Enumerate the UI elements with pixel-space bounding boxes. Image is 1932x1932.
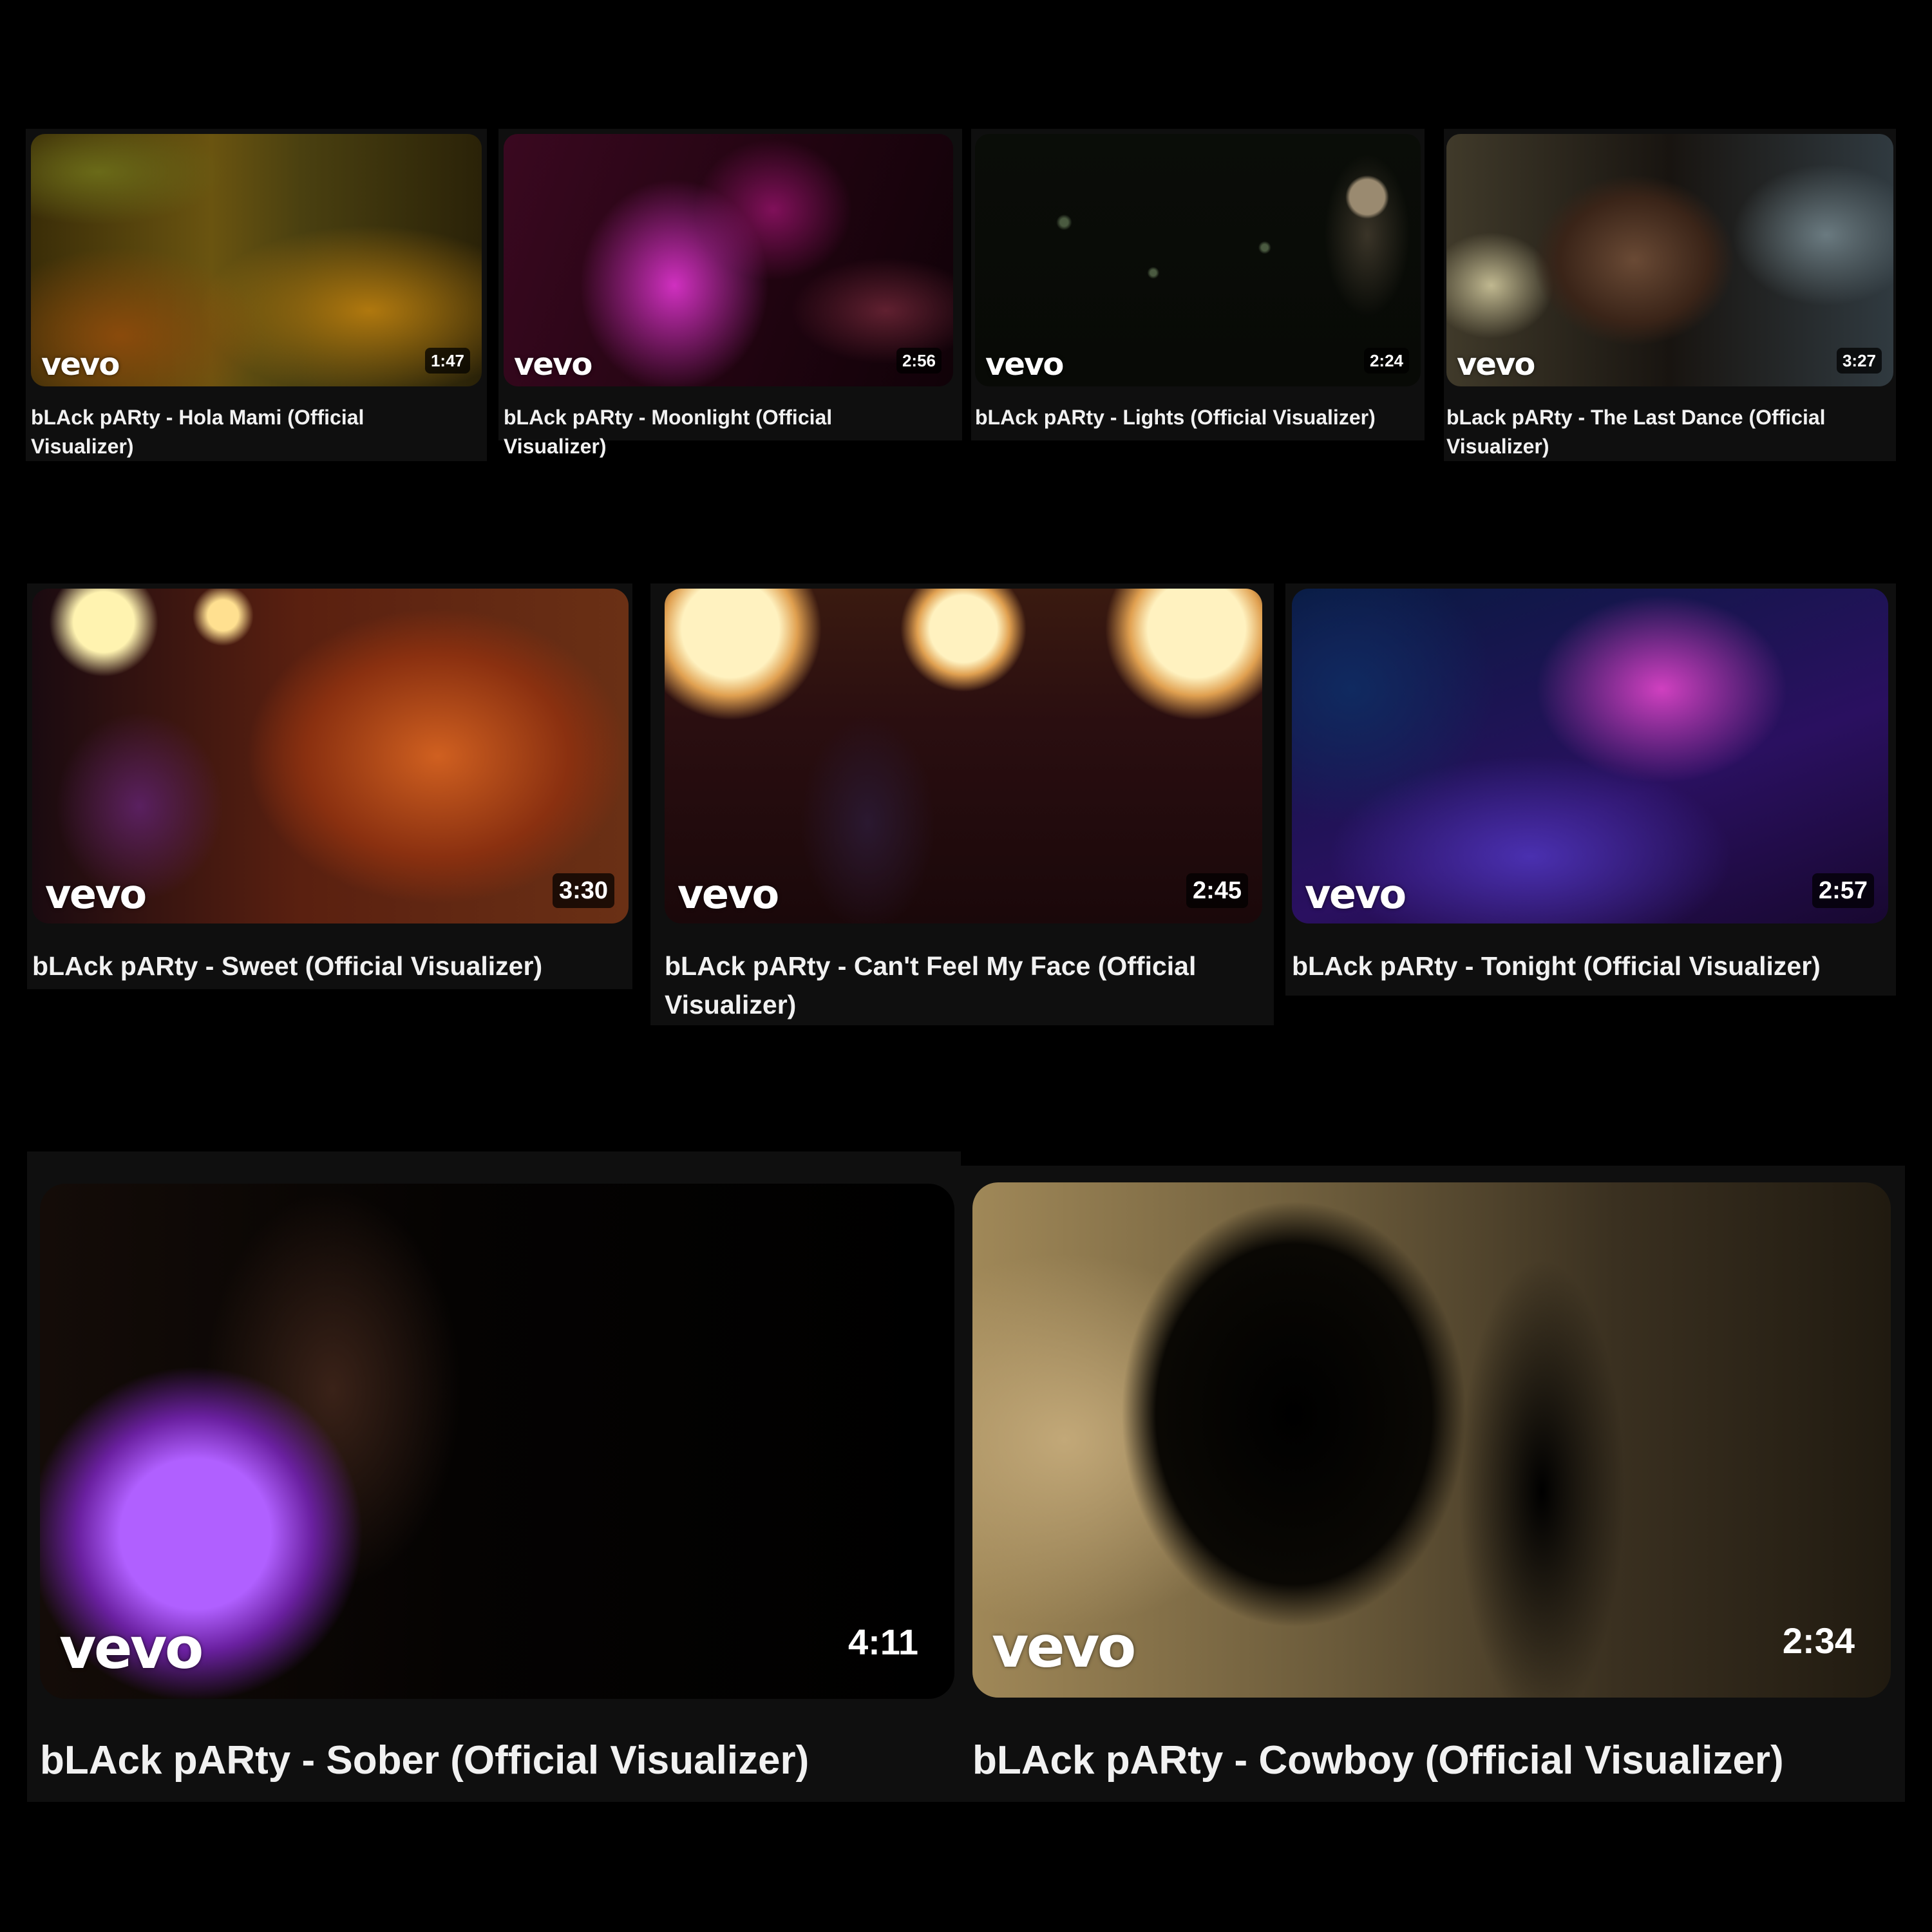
video-title[interactable]: bLAck pARty - Moonlight (Official Visual… — [504, 403, 929, 461]
video-thumbnail[interactable]: vevo 3:30 — [32, 589, 629, 923]
video-thumbnail[interactable]: vevo 2:57 — [1292, 589, 1888, 923]
video-title[interactable]: bLack pARty - The Last Dance (Official V… — [1446, 403, 1846, 461]
video-title[interactable]: bLAck pARty - Hola Mami (Official Visual… — [31, 403, 430, 461]
duration-badge: 3:27 — [1836, 348, 1882, 374]
vevo-logo: vevo — [1457, 346, 1535, 383]
video-thumbnail[interactable]: vevo 2:34 — [972, 1182, 1891, 1698]
more-vert-icon[interactable] — [464, 410, 471, 433]
duration-badge: 2:56 — [896, 348, 942, 374]
vevo-logo: vevo — [992, 1614, 1136, 1680]
video-title[interactable]: bLAck pARty - Cowboy (Official Visualize… — [972, 1735, 1810, 1786]
video-thumbnail[interactable]: vevo 2:24 — [975, 134, 1421, 386]
video-title[interactable]: bLAck pARty - Sweet (Official Visualizer… — [32, 947, 586, 985]
more-vert-icon[interactable] — [1408, 410, 1415, 433]
video-thumbnail[interactable]: vevo 3:27 — [1446, 134, 1893, 386]
video-card[interactable]: vevo 4:11 — [27, 1151, 961, 1802]
video-thumbnail[interactable]: vevo 4:11 — [40, 1184, 954, 1699]
video-card[interactable]: vevo 2:24 bLAck pARty - Lights (Official… — [971, 129, 1425, 440]
vevo-logo: vevo — [45, 871, 147, 918]
video-title[interactable]: bLAck pARty - Can't Feel My Face (Offici… — [665, 947, 1206, 1024]
more-vert-icon[interactable] — [609, 954, 617, 985]
video-title[interactable]: bLAck pARty - Tonight (Official Visualiz… — [1292, 947, 1846, 985]
video-thumbnail[interactable]: vevo 2:45 — [665, 589, 1262, 923]
video-card[interactable]: vevo 1:47 bLAck pARty - Hola Mami (Offic… — [26, 129, 487, 461]
video-card[interactable]: vevo 2:45 bLAck pARty - Can't Feel My Fa… — [650, 583, 1274, 1025]
vevo-logo: vevo — [677, 871, 779, 918]
more-vert-icon[interactable] — [936, 410, 943, 433]
more-vert-icon[interactable] — [925, 1746, 936, 1792]
video-thumbnail[interactable]: vevo 2:56 — [504, 134, 953, 386]
video-card[interactable]: vevo 2:57 bLAck pARty - Tonight (Officia… — [1285, 583, 1896, 996]
more-vert-icon[interactable] — [1241, 954, 1249, 985]
video-card[interactable]: vevo 2:56 bLAck pARty - Moonlight (Offic… — [498, 129, 962, 458]
vevo-logo: vevo — [59, 1615, 204, 1681]
vevo-logo: vevo — [985, 346, 1064, 383]
duration-badge: 2:57 — [1812, 873, 1874, 908]
video-card[interactable]: vevo 3:30 bLAck pARty - Sweet (Official … — [27, 583, 632, 989]
more-vert-icon[interactable] — [1869, 954, 1877, 985]
video-thumbnail[interactable]: vevo 1:47 — [31, 134, 482, 386]
vevo-logo: vevo — [41, 346, 120, 383]
vevo-logo: vevo — [514, 346, 592, 383]
video-title[interactable]: bLAck pARty - Sober (Official Visualizer… — [40, 1735, 877, 1786]
more-vert-icon[interactable] — [1880, 410, 1887, 433]
duration-badge: 2:34 — [1782, 1620, 1855, 1661]
duration-badge: 4:11 — [848, 1622, 918, 1662]
duration-badge: 2:24 — [1363, 348, 1409, 374]
more-vert-icon[interactable] — [1862, 1746, 1872, 1792]
video-title[interactable]: bLAck pARty - Lights (Official Visualize… — [975, 403, 1387, 432]
duration-badge: 3:30 — [552, 873, 614, 908]
video-card[interactable]: vevo 2:34 — [961, 1166, 1905, 1802]
duration-badge: 2:45 — [1186, 873, 1248, 908]
video-card[interactable]: vevo 3:27 bLack pARty - The Last Dance (… — [1444, 129, 1896, 461]
duration-badge: 1:47 — [424, 348, 470, 374]
vevo-logo: vevo — [1305, 871, 1406, 918]
